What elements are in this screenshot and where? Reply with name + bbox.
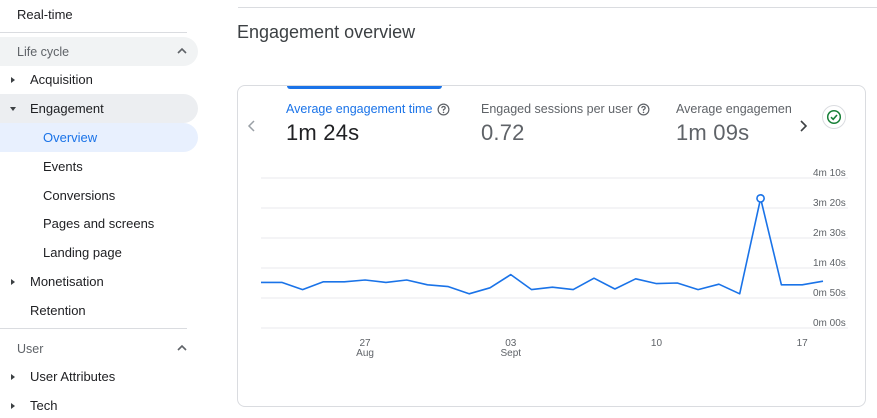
sidebar-item-engagement[interactable]: Engagement bbox=[0, 94, 198, 123]
x-tick-label: 10 bbox=[651, 338, 663, 349]
sidebar: Real-time Life cycle Acquisition Engagem… bbox=[0, 0, 207, 418]
section-header-label: Life cycle bbox=[17, 44, 70, 59]
sidebar-item-landing-page[interactable]: Landing page bbox=[0, 238, 198, 267]
sidebar-item-label: Monetisation bbox=[30, 274, 104, 289]
sidebar-item-events[interactable]: Events bbox=[0, 152, 198, 181]
caret-right-icon bbox=[9, 76, 17, 84]
y-tick-label: 1m 40s bbox=[813, 258, 846, 269]
engagement-line-chart: 4m 10s3m 20s2m 30s1m 40s0m 50s0m 00s27Au… bbox=[261, 168, 848, 359]
y-tick-label: 3m 20s bbox=[813, 198, 846, 209]
caret-right-icon bbox=[9, 402, 17, 410]
series-line bbox=[261, 197, 824, 295]
sidebar-item-monetisation[interactable]: Monetisation bbox=[0, 267, 198, 296]
sidebar-item-overview[interactable]: Overview bbox=[0, 123, 198, 152]
divider bbox=[0, 328, 187, 329]
highlight-point bbox=[756, 194, 765, 203]
caret-right-icon bbox=[9, 373, 17, 381]
chevron-up-icon bbox=[176, 45, 188, 60]
sidebar-item-label: Overview bbox=[43, 130, 98, 145]
sidebar-item-retention[interactable]: Retention bbox=[0, 296, 198, 325]
y-tick-label: 0m 00s bbox=[813, 318, 846, 329]
top-divider bbox=[238, 7, 877, 8]
sidebar-item-label: Real-time bbox=[17, 7, 73, 22]
y-tick-label: 2m 30s bbox=[813, 228, 846, 239]
sidebar-item-tech[interactable]: Tech bbox=[0, 391, 198, 418]
sidebar-item-label: Tech bbox=[30, 398, 58, 413]
page-title: Engagement overview bbox=[237, 22, 416, 42]
sidebar-item-label: Conversions bbox=[43, 188, 116, 203]
divider bbox=[0, 32, 187, 33]
x-tick-month-label: Sept bbox=[500, 348, 521, 359]
y-tick-label: 0m 50s bbox=[813, 288, 846, 299]
x-tick-month-label: Aug bbox=[356, 348, 374, 359]
sidebar-item-label: Engagement bbox=[30, 101, 104, 116]
section-header-lifecycle[interactable]: Life cycle bbox=[0, 37, 198, 66]
sidebar-item-realtime[interactable]: Real-time bbox=[0, 0, 198, 29]
caret-down-icon bbox=[9, 105, 17, 113]
sidebar-item-label: User Attributes bbox=[30, 369, 116, 384]
chevron-up-icon bbox=[176, 342, 188, 357]
sidebar-item-pages-and-screens[interactable]: Pages and screens bbox=[0, 209, 198, 238]
sidebar-item-user-attributes[interactable]: User Attributes bbox=[0, 362, 198, 391]
y-tick-label: 4m 10s bbox=[813, 168, 846, 179]
sidebar-item-label: Landing page bbox=[43, 245, 122, 260]
sidebar-item-label: Events bbox=[43, 159, 83, 174]
caret-right-icon bbox=[9, 278, 17, 286]
sidebar-item-acquisition[interactable]: Acquisition bbox=[0, 65, 198, 94]
x-tick-label: 17 bbox=[797, 338, 809, 349]
section-header-user[interactable]: User bbox=[0, 334, 198, 363]
sidebar-item-conversions[interactable]: Conversions bbox=[0, 181, 198, 210]
sidebar-item-label: Pages and screens bbox=[43, 216, 155, 231]
section-header-label: User bbox=[17, 341, 44, 356]
sidebar-item-label: Acquisition bbox=[30, 72, 93, 87]
engagement-card: Average engagement time 1m 24s Engaged s… bbox=[237, 85, 866, 407]
sidebar-item-label: Retention bbox=[30, 303, 86, 318]
